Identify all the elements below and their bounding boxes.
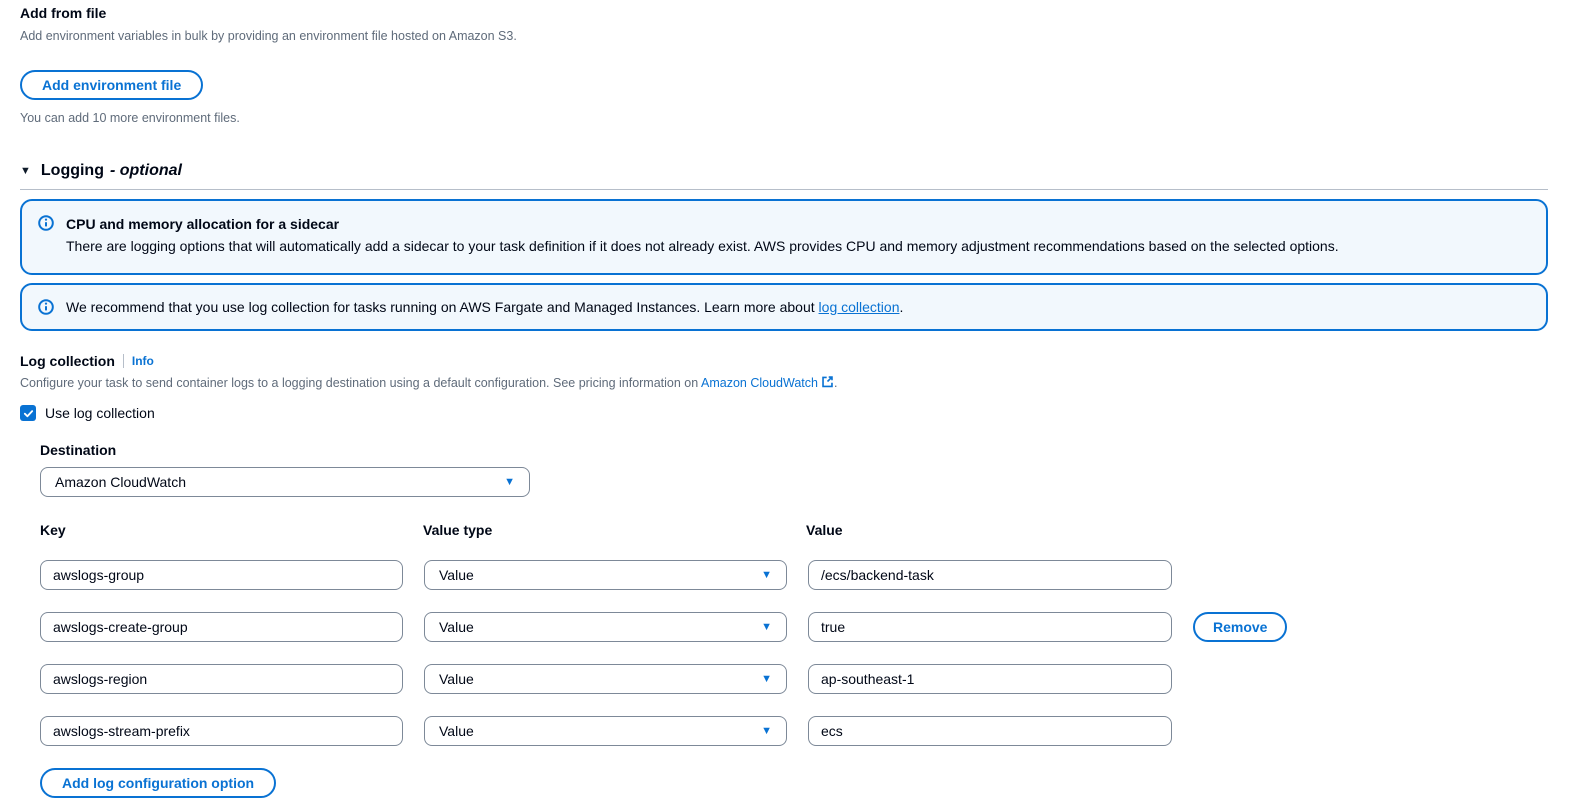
sidecar-alert-text: There are logging options that will auto… bbox=[66, 238, 1339, 254]
sidecar-info-alert: CPU and memory allocation for a sidecar … bbox=[20, 199, 1548, 275]
label-separator bbox=[122, 354, 124, 368]
options-table-headers: Key Value type Value bbox=[40, 522, 1548, 538]
remove-row-button[interactable]: Remove bbox=[1193, 612, 1288, 642]
chevron-down-icon: ▼ bbox=[761, 672, 772, 685]
external-link-icon[interactable] bbox=[821, 375, 834, 392]
log-collection-description: Configure your task to send container lo… bbox=[20, 375, 1548, 392]
value-type-select[interactable]: Value ▼ bbox=[424, 612, 787, 642]
info-link[interactable]: Info bbox=[132, 354, 154, 368]
log-collection-config-block: Destination Amazon CloudWatch ▼ Key Valu… bbox=[40, 442, 1548, 798]
value-input[interactable] bbox=[808, 664, 1172, 694]
info-icon bbox=[38, 299, 54, 315]
value-type-selected: Value bbox=[439, 671, 474, 687]
key-input[interactable] bbox=[40, 612, 403, 642]
column-header-value-type: Value type bbox=[423, 522, 493, 538]
log-option-row: Value ▼ bbox=[40, 664, 1548, 694]
log-option-row: Value ▼ bbox=[40, 560, 1548, 590]
recommendation-alert-text: We recommend that you use log collection… bbox=[66, 296, 903, 318]
value-type-select[interactable]: Value ▼ bbox=[424, 664, 787, 694]
column-header-value: Value bbox=[806, 522, 843, 538]
value-type-selected: Value bbox=[439, 723, 474, 739]
chevron-down-icon: ▼ bbox=[761, 568, 772, 581]
log-collection-label-row: Log collection Info bbox=[20, 353, 1548, 369]
add-log-configuration-option-button[interactable]: Add log configuration option bbox=[40, 768, 277, 798]
log-option-row: Value ▼ bbox=[40, 716, 1548, 746]
destination-label: Destination bbox=[40, 442, 117, 458]
destination-selected-value: Amazon CloudWatch bbox=[55, 474, 186, 490]
key-input[interactable] bbox=[40, 664, 403, 694]
log-collection-recommendation-alert: We recommend that you use log collection… bbox=[20, 283, 1548, 331]
use-log-collection-label: Use log collection bbox=[45, 405, 155, 421]
value-type-selected: Value bbox=[439, 567, 474, 583]
section-divider bbox=[20, 189, 1548, 190]
logging-section-title: Logging - optional bbox=[41, 162, 182, 180]
collapse-caret-icon[interactable]: ▼ bbox=[20, 165, 31, 177]
use-log-collection-checkbox-row[interactable]: Use log collection bbox=[20, 405, 1548, 421]
chevron-down-icon: ▼ bbox=[504, 475, 515, 488]
recommendation-text: We recommend that you use log collection… bbox=[66, 299, 819, 315]
info-icon bbox=[38, 215, 54, 231]
log-option-row: Value ▼ Remove bbox=[40, 612, 1548, 642]
logging-title-optional: - optional bbox=[109, 162, 182, 179]
value-input[interactable] bbox=[808, 716, 1172, 746]
use-log-collection-checkbox[interactable] bbox=[20, 405, 36, 421]
chevron-down-icon: ▼ bbox=[761, 620, 772, 633]
chevron-down-icon: ▼ bbox=[761, 724, 772, 737]
logging-section-header[interactable]: ▼ Logging - optional bbox=[20, 162, 1548, 180]
environment-file-limit-hint: You can add 10 more environment files. bbox=[20, 111, 240, 125]
key-input[interactable] bbox=[40, 716, 403, 746]
add-from-file-section: Add from file Add environment variables … bbox=[20, 4, 1548, 126]
value-type-selected: Value bbox=[439, 619, 474, 635]
sidecar-alert-content: CPU and memory allocation for a sidecar … bbox=[66, 213, 1339, 257]
sidecar-alert-title: CPU and memory allocation for a sidecar bbox=[66, 216, 340, 232]
column-header-key: Key bbox=[40, 522, 66, 538]
add-from-file-description: Add environment variables in bulk by pro… bbox=[20, 29, 517, 43]
log-collection-link[interactable]: log collection bbox=[819, 299, 900, 315]
cloudwatch-pricing-link[interactable]: Amazon CloudWatch bbox=[701, 376, 818, 390]
log-collection-label: Log collection bbox=[20, 353, 115, 369]
recommendation-text-period: . bbox=[899, 299, 904, 315]
page: Add from file Add environment variables … bbox=[0, 0, 1570, 798]
value-input[interactable] bbox=[808, 560, 1172, 590]
key-input[interactable] bbox=[40, 560, 403, 590]
log-collection-description-text: Configure your task to send container lo… bbox=[20, 376, 701, 390]
value-input[interactable] bbox=[808, 612, 1172, 642]
destination-select[interactable]: Amazon CloudWatch ▼ bbox=[40, 467, 530, 497]
log-collection-description-period: . bbox=[833, 376, 838, 390]
add-from-file-title: Add from file bbox=[20, 5, 107, 21]
value-type-select[interactable]: Value ▼ bbox=[424, 716, 787, 746]
value-type-select[interactable]: Value ▼ bbox=[424, 560, 787, 590]
add-environment-file-button[interactable]: Add environment file bbox=[20, 70, 204, 100]
logging-title-text: Logging bbox=[40, 162, 104, 179]
